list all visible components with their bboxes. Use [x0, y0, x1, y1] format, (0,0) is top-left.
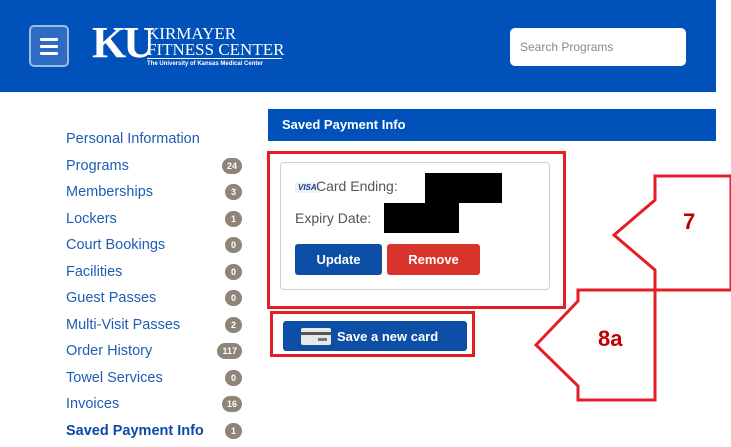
sidebar-item-label: Court Bookings	[66, 237, 166, 253]
sidebar-item-label: Guest Passes	[66, 290, 157, 306]
sidebar-item-personal-information[interactable]: Personal Information	[66, 131, 256, 158]
account-sidebar: Personal Information Programs 24 Members…	[66, 131, 256, 447]
callout-label-8a: 8a	[598, 326, 623, 351]
logo-divider	[147, 58, 282, 59]
sidebar-item-label: Memberships	[66, 184, 154, 200]
highlight-saved-card	[267, 151, 566, 309]
brand-name[interactable]: KIRMAYER FITNESS CENTER	[147, 25, 285, 59]
highlight-save-new-card	[270, 311, 475, 357]
sidebar-item-court-bookings[interactable]: Court Bookings 0	[66, 237, 256, 264]
sidebar-item-label: Programs	[66, 157, 129, 174]
brand-subtitle: The University of Kansas Medical Center	[147, 61, 264, 67]
menu-bar-icon	[40, 45, 58, 48]
menu-bar-icon	[40, 52, 58, 55]
page-title: Saved Payment Info	[268, 109, 716, 141]
callout-arrow-7	[611, 174, 731, 292]
sidebar-item-towel-services[interactable]: Towel Services 0	[66, 369, 256, 397]
count-badge: 3	[225, 184, 242, 200]
sidebar-item-label: Saved Payment Info	[66, 422, 204, 439]
count-badge: 1	[225, 422, 242, 439]
sidebar-item-label: Multi-Visit Passes	[66, 316, 181, 333]
count-badge: 2	[225, 316, 242, 333]
count-badge: 0	[225, 237, 242, 253]
sidebar-item-programs[interactable]: Programs 24	[66, 157, 256, 185]
sidebar-item-label: Lockers	[66, 210, 117, 227]
sidebar-item-memberships[interactable]: Memberships 3	[66, 184, 256, 211]
count-badge: 117	[217, 343, 242, 359]
ku-logo-mark[interactable]: KU	[92, 21, 155, 65]
count-badge: 24	[221, 157, 242, 174]
site-header: KU KIRMAYER FITNESS CENTER The Universit…	[0, 0, 716, 92]
sidebar-item-facilities[interactable]: Facilities 0	[66, 263, 256, 291]
sidebar-item-label: Personal Information	[66, 131, 200, 147]
count-badge: 16	[221, 396, 242, 412]
count-badge: 0	[225, 369, 242, 386]
count-badge: 1	[225, 210, 242, 227]
sidebar-item-label: Towel Services	[66, 369, 163, 386]
sidebar-item-invoices[interactable]: Invoices 16	[66, 396, 256, 423]
sidebar-item-label: Facilities	[66, 263, 123, 280]
hamburger-menu-button[interactable]	[29, 25, 69, 67]
sidebar-item-multi-visit-passes[interactable]: Multi-Visit Passes 2	[66, 316, 256, 344]
count-badge: 0	[225, 263, 242, 280]
search-programs-input[interactable]	[510, 28, 686, 66]
count-badge: 0	[225, 290, 242, 306]
callout-label-7: 7	[683, 209, 696, 234]
brand-name-line2: FITNESS CENTER	[147, 40, 285, 59]
sidebar-item-saved-payment-info[interactable]: Saved Payment Info 1	[66, 422, 256, 447]
sidebar-item-lockers[interactable]: Lockers 1	[66, 210, 256, 238]
menu-bar-icon	[40, 38, 58, 41]
sidebar-item-order-history[interactable]: Order History 117	[66, 343, 256, 370]
sidebar-item-label: Order History	[66, 343, 153, 359]
sidebar-item-label: Invoices	[66, 396, 120, 412]
sidebar-item-guest-passes[interactable]: Guest Passes 0	[66, 290, 256, 317]
